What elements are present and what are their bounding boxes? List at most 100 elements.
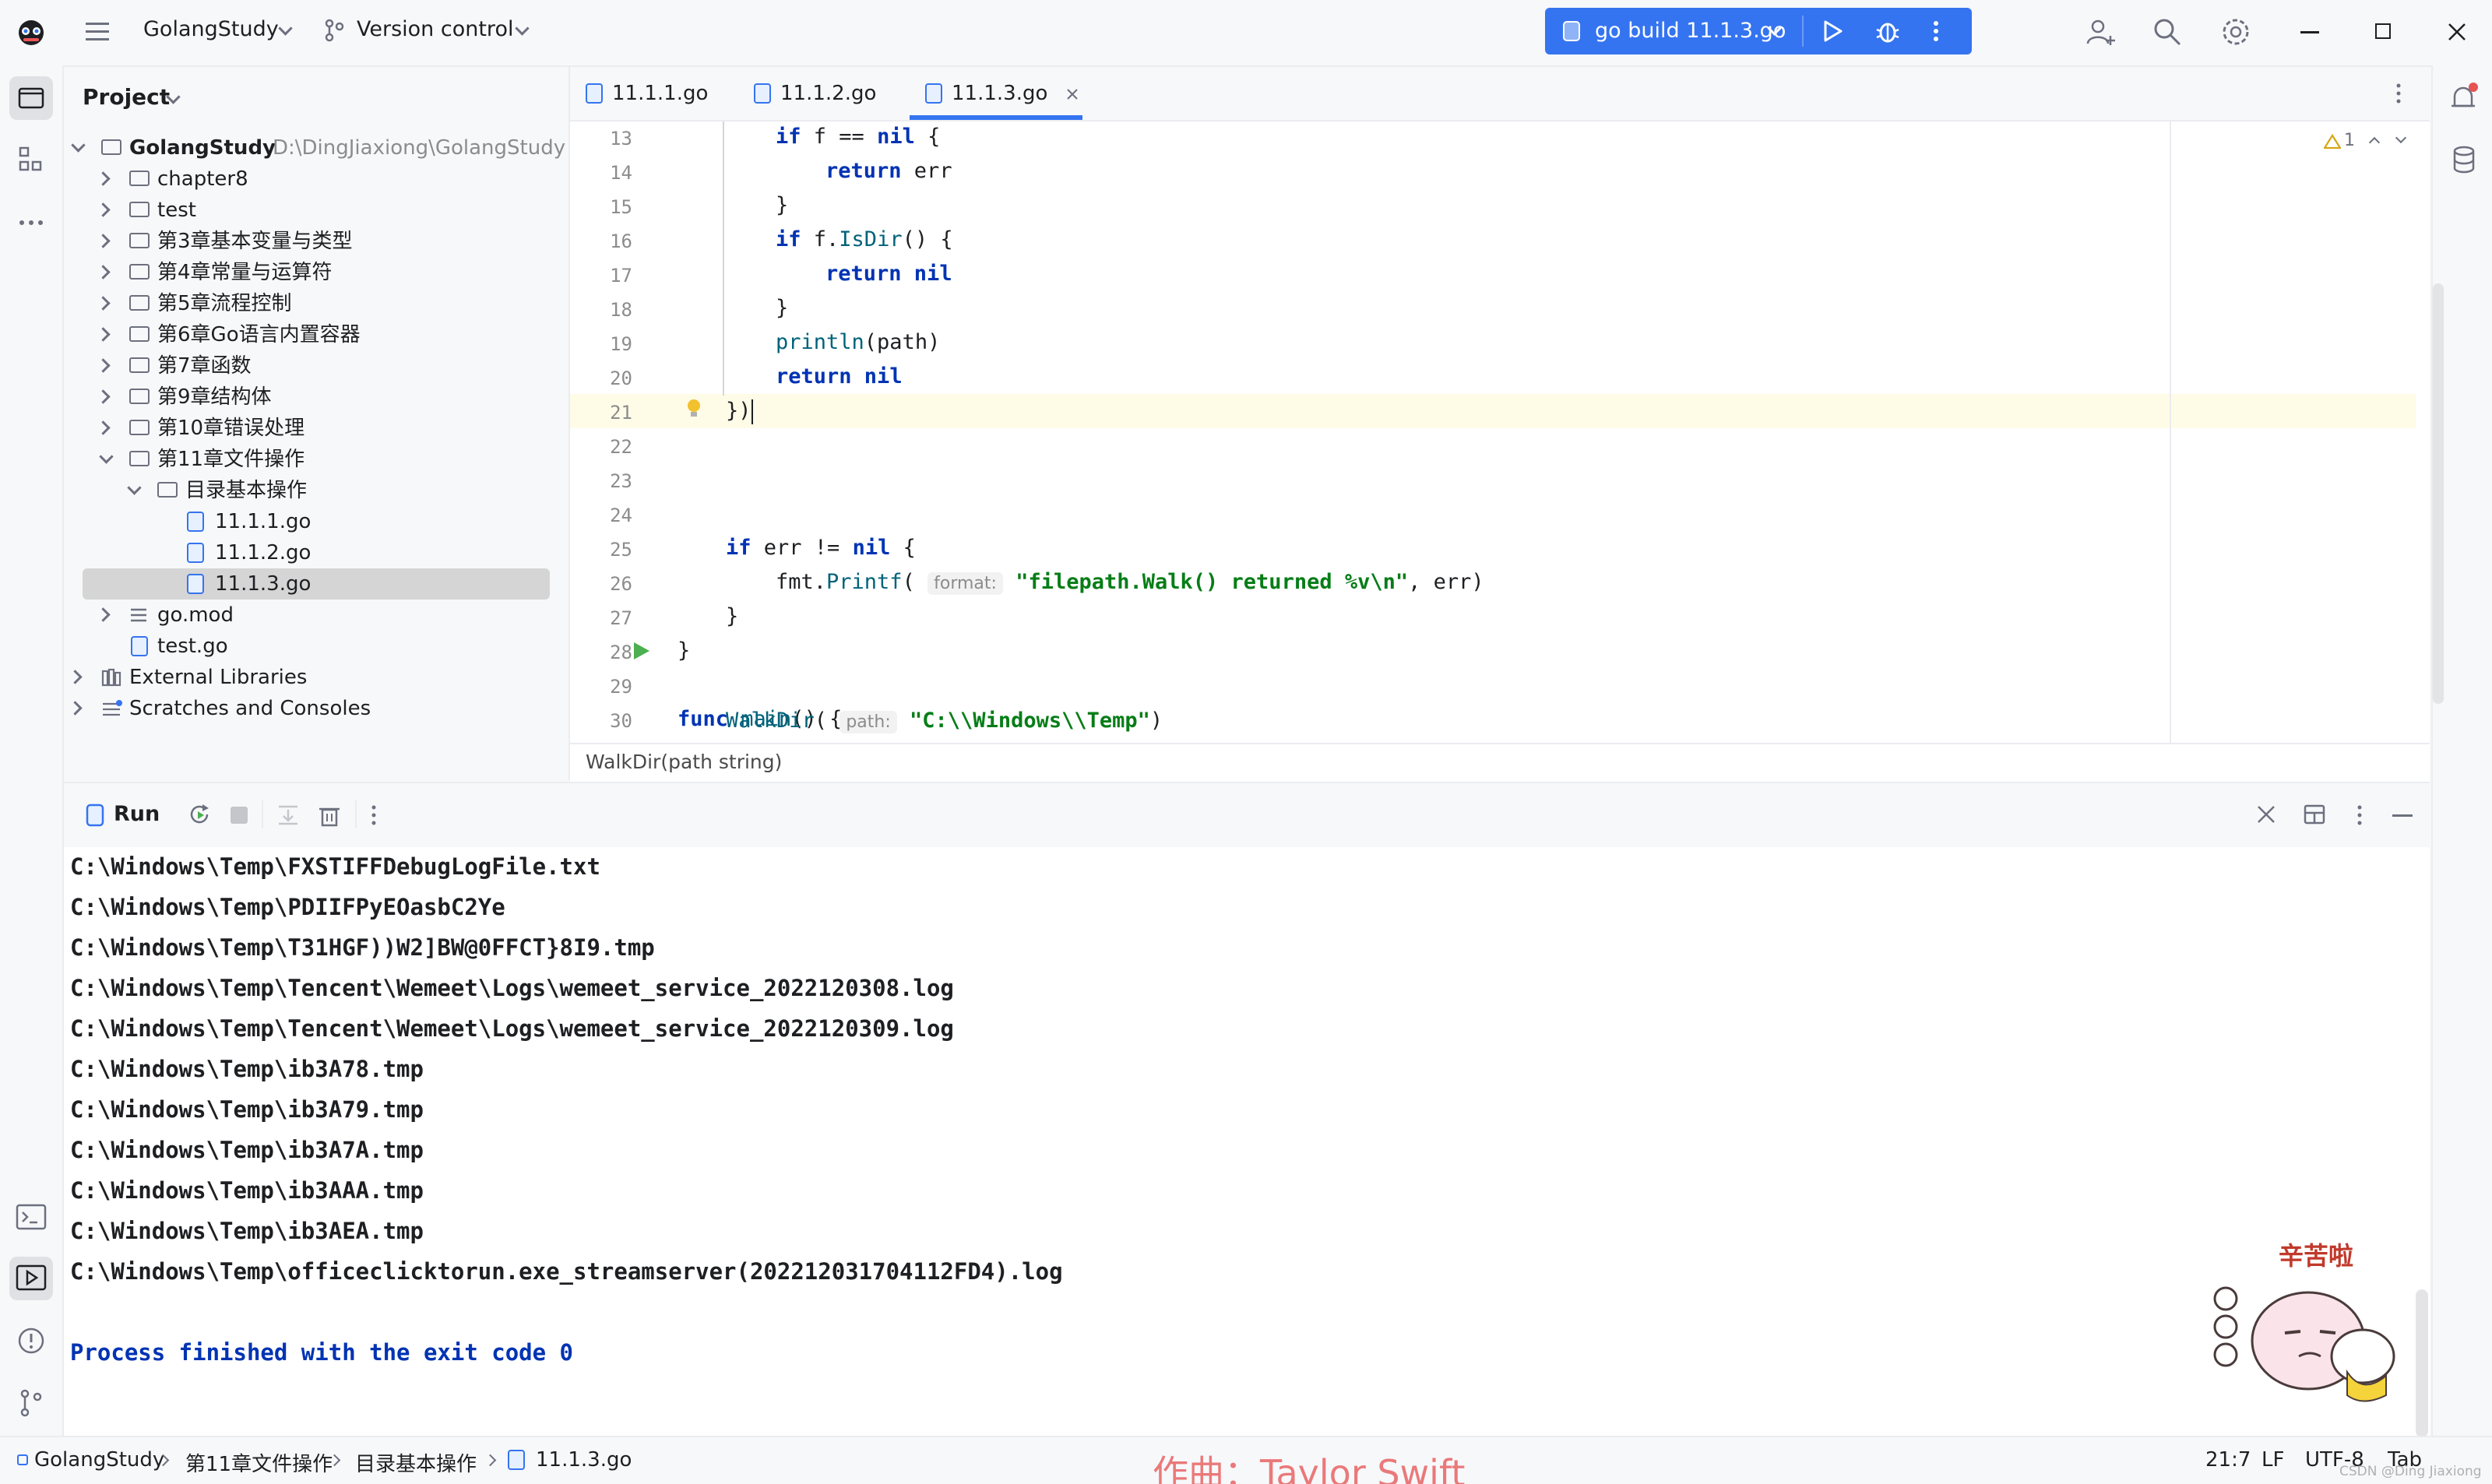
chevron-right-icon[interactable] — [96, 171, 111, 186]
tree-file[interactable]: 11.1.1.go — [64, 506, 562, 537]
tree-folder[interactable]: 第9章结构体 — [64, 382, 562, 413]
code-line-14[interactable]: return err — [825, 154, 952, 188]
hide-panel-button[interactable] — [2392, 814, 2413, 817]
code-line-24[interactable]: fmt.Printf( format: "filepath.Walk() ret… — [776, 565, 1484, 600]
settings-gear-icon[interactable] — [2219, 16, 2252, 48]
chevron-down-icon[interactable] — [99, 449, 114, 464]
chevron-down-icon[interactable] — [127, 480, 142, 495]
chevron-down-icon[interactable] — [2395, 132, 2407, 144]
code-line-20[interactable]: return nil — [776, 360, 903, 394]
intention-bulb-icon[interactable] — [685, 397, 702, 422]
code-line-21[interactable]: }) — [726, 394, 753, 428]
notifications-bell-icon[interactable] — [2447, 81, 2480, 115]
add-user-icon[interactable] — [2084, 16, 2117, 48]
terminal-tool-button[interactable] — [9, 1196, 53, 1240]
chevron-right-icon[interactable] — [96, 202, 111, 217]
close-window-button[interactable] — [2447, 22, 2467, 42]
code-line-16[interactable]: if f.IsDir() { — [776, 223, 953, 257]
tree-file-selected[interactable]: 11.1.3.go — [64, 568, 562, 600]
run-tool-button[interactable] — [9, 1257, 53, 1300]
code-line-30[interactable]: WalkDir( path: "C:\\Windows\\Temp") — [726, 704, 1163, 738]
more-options-icon[interactable] — [1930, 17, 1942, 45]
tree-folder[interactable]: 第7章函数 — [64, 350, 562, 382]
tree-root[interactable]: GolangStudy D:\DingJiaxiong\GolangStudy — [64, 132, 565, 164]
minimize-button[interactable] — [2300, 31, 2319, 33]
database-icon[interactable] — [2448, 143, 2480, 178]
close-panel-icon[interactable] — [2255, 804, 2277, 825]
structure-tool-button[interactable] — [9, 139, 53, 182]
tree-folder[interactable]: test — [64, 195, 562, 226]
run-icon[interactable] — [1818, 17, 1846, 45]
console-line: C:\Windows\Temp\ib3AAA.tmp — [70, 1177, 424, 1204]
panel-title[interactable]: Project — [83, 84, 170, 110]
tree-folder[interactable]: 第10章错误处理 — [64, 413, 562, 444]
code-line-23[interactable]: if err != nil { — [726, 531, 916, 565]
chevron-right-icon[interactable] — [96, 296, 111, 311]
tree-scratches[interactable]: Scratches and Consoles — [64, 693, 562, 724]
status-crumb[interactable]: 第11章文件操作 — [185, 1448, 333, 1477]
tree-folder[interactable]: 目录基本操作 — [64, 475, 562, 506]
chevron-right-icon[interactable] — [96, 389, 111, 404]
goland-logo-icon[interactable] — [16, 17, 47, 48]
code-line-18[interactable]: } — [776, 291, 788, 325]
run-gutter-icon[interactable] — [631, 640, 651, 662]
clear-all-trash-icon[interactable] — [316, 802, 343, 828]
chevron-right-icon[interactable] — [96, 358, 111, 373]
tree-folder[interactable]: 第6章Go语言内置容器 — [64, 319, 562, 350]
panel-options-icon[interactable] — [2353, 802, 2366, 828]
code-line-26[interactable]: } — [678, 634, 690, 668]
chevron-right-icon[interactable] — [96, 234, 111, 248]
code-line-19[interactable]: println(path) — [776, 325, 940, 360]
main-menu-icon[interactable] — [84, 20, 111, 44]
scroll-to-end-icon[interactable] — [276, 802, 302, 828]
project-tool-button[interactable] — [9, 76, 53, 120]
layout-icon[interactable] — [2302, 802, 2327, 827]
run-tab-label[interactable]: Run — [114, 802, 160, 826]
status-crumb[interactable]: 11.1.3.go — [536, 1448, 632, 1472]
stop-button[interactable] — [231, 807, 248, 824]
chevron-right-icon[interactable] — [96, 420, 111, 435]
git-tool-button[interactable] — [9, 1381, 53, 1425]
tree-folder[interactable]: chapter8 — [64, 164, 562, 195]
status-crumb[interactable]: GolangStudy — [34, 1448, 164, 1472]
status-crumb[interactable]: 目录基本操作 — [355, 1448, 477, 1477]
tree-file[interactable]: go.mod — [64, 600, 562, 631]
tree-folder[interactable]: 第3章基本变量与类型 — [64, 226, 562, 257]
code-line-17[interactable]: return nil — [825, 257, 952, 291]
code-line-13[interactable]: if f == nil { — [776, 120, 940, 154]
run-configuration-widget[interactable]: go build 11.1.3.go — [1545, 8, 1972, 55]
tree-folder[interactable]: 第5章流程控制 — [64, 288, 562, 319]
chevron-right-icon[interactable] — [68, 670, 83, 684]
more-tools-button[interactable] — [9, 201, 53, 244]
problems-tool-button[interactable] — [9, 1319, 53, 1363]
console-scrollbar[interactable] — [2416, 1289, 2428, 1437]
chevron-up-icon[interactable] — [2368, 136, 2381, 149]
rerun-icon[interactable] — [185, 800, 213, 828]
tree-folder[interactable]: 第11章文件操作 — [64, 444, 562, 475]
vcs-widget[interactable]: Version control — [322, 14, 533, 51]
restore-button[interactable] — [2375, 23, 2391, 39]
search-icon[interactable] — [2151, 16, 2184, 48]
chevron-right-icon[interactable] — [68, 701, 83, 716]
tab-options-icon[interactable] — [2392, 81, 2405, 106]
caret-position[interactable]: 21:7 — [2205, 1448, 2251, 1472]
debug-icon[interactable] — [1874, 17, 1902, 45]
chevron-right-icon[interactable] — [96, 265, 111, 280]
chevron-down-icon[interactable] — [71, 138, 86, 153]
line-separator[interactable]: LF — [2261, 1448, 2284, 1472]
chevron-right-icon[interactable] — [96, 607, 111, 622]
breadcrumb-function[interactable]: WalkDir(path string) — [586, 751, 782, 773]
tree-folder[interactable]: 第4章常量与运算符 — [64, 257, 562, 288]
console-output[interactable]: C:\Windows\Temp\FXSTIFFDebugLogFile.txt C… — [64, 847, 2416, 1437]
tree-file[interactable]: test.go — [64, 631, 562, 662]
inspection-widget[interactable]: 1 — [2324, 131, 2417, 154]
tab-11-1-3-active[interactable]: 11.1.3.go — [925, 67, 1081, 120]
tree-file[interactable]: 11.1.2.go — [64, 537, 562, 568]
editor-scrollbar[interactable] — [2433, 283, 2444, 704]
code-line-25[interactable]: } — [726, 600, 738, 634]
code-line-15[interactable]: } — [776, 188, 788, 223]
more-options-icon[interactable] — [368, 802, 380, 828]
tree-external-libraries[interactable]: External Libraries — [64, 662, 562, 693]
close-tab-icon[interactable] — [1065, 87, 1079, 101]
chevron-right-icon[interactable] — [96, 327, 111, 342]
